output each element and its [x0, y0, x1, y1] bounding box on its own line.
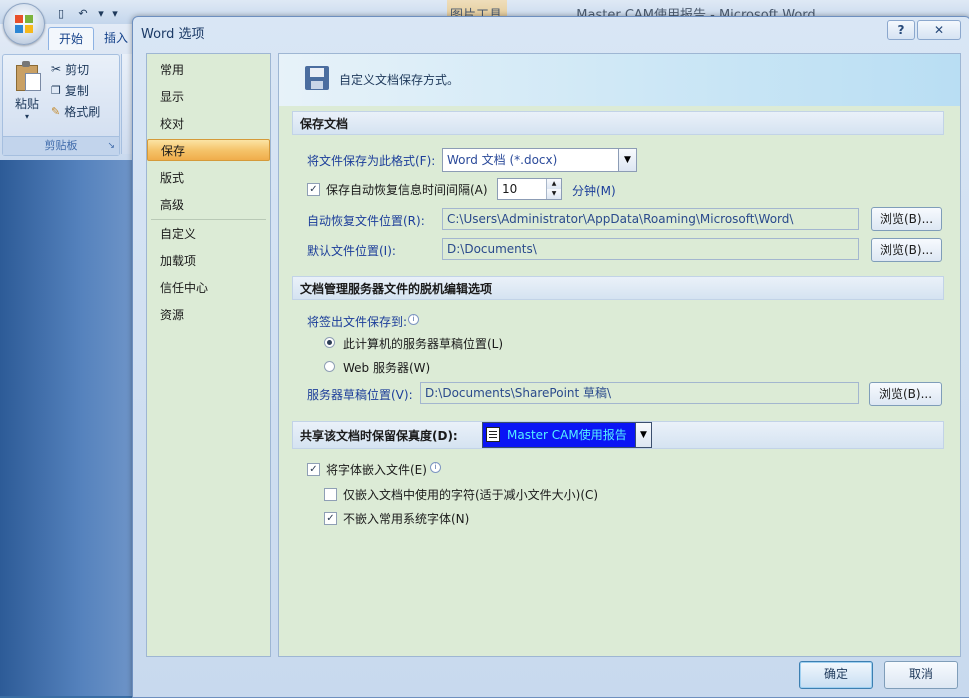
office-logo-icon: [15, 15, 33, 33]
office-button[interactable]: [3, 3, 45, 45]
autorecover-minutes-value: 10: [502, 182, 518, 196]
paste-dropdown-icon[interactable]: ▾: [9, 112, 45, 121]
chevron-down-icon[interactable]: ▼: [635, 422, 652, 448]
paste-icon: [14, 61, 41, 91]
word-document-icon: [486, 427, 500, 442]
panel-header: 自定义文档保存方式。: [279, 54, 960, 106]
save-documents-section-title: 保存文档: [292, 111, 944, 135]
no-common-fonts-checkbox[interactable]: ✓: [324, 512, 337, 525]
autorecover-location-field[interactable]: C:\Users\Administrator\AppData\Roaming\M…: [442, 208, 859, 230]
embed-fonts-checkbox[interactable]: ✓: [307, 463, 320, 476]
copy-label: 复制: [64, 83, 89, 98]
scissors-icon: ✂: [51, 62, 62, 76]
clipboard-group-text: 剪贴板: [44, 139, 78, 152]
copy-button[interactable]: ❐ 复制: [51, 80, 89, 100]
save-format-select[interactable]: Word 文档 (*.docx) ▼: [442, 148, 637, 172]
dialog-body: 常用 显示 校对 保存 版式 高级 自定义 加载项 信任中心 资源 自定义文档保…: [138, 51, 964, 661]
nav-item-popular[interactable]: 常用: [147, 59, 270, 81]
browse-autorecover-button[interactable]: 浏览(B)...: [871, 207, 942, 231]
tab-home[interactable]: 开始: [48, 27, 95, 50]
ribbon-tabs: 开始 插入: [48, 27, 138, 50]
chevron-down-icon[interactable]: ▼: [618, 149, 636, 171]
autorecover-minutes-spinner[interactable]: 10 ▲ ▼: [497, 178, 562, 200]
cut-label: 剪切: [65, 62, 90, 77]
embed-used-chars-label: 仅嵌入文档中使用的字符(适于减小文件大小)(C): [343, 488, 599, 502]
document-area: [0, 160, 135, 696]
fidelity-document-select[interactable]: Master CAM使用报告 ▼: [482, 422, 652, 448]
minutes-label: 分钟(M): [572, 184, 616, 198]
embed-used-chars-checkbox[interactable]: [324, 488, 337, 501]
undo-icon[interactable]: ↶: [74, 4, 92, 22]
fidelity-document-value: Master CAM使用报告: [507, 428, 627, 442]
nav-item-display[interactable]: 显示: [147, 86, 270, 108]
nav-item-save[interactable]: 保存: [147, 139, 270, 161]
web-server-radio[interactable]: [324, 361, 335, 372]
nav-item-layout[interactable]: 版式: [147, 167, 270, 189]
help-button[interactable]: ?: [887, 20, 915, 40]
default-location-field[interactable]: D:\Documents\: [442, 238, 859, 260]
word-options-dialog: Word 选项 ? ✕ 常用 显示 校对 保存 版式 高级 自定义 加载项 信任…: [132, 16, 969, 698]
autorecover-label: 保存自动恢复信息时间间隔(A): [326, 183, 488, 197]
save-format-value: Word 文档 (*.docx): [447, 153, 558, 167]
drafts-location-label: 服务器草稿位置(V):: [307, 388, 413, 402]
nav-item-advanced[interactable]: 高级: [147, 194, 270, 216]
format-painter-button[interactable]: ✎ 格式刷: [51, 101, 100, 121]
browse-drafts-button[interactable]: 浏览(B)...: [869, 382, 942, 406]
copy-icon: ❐: [51, 83, 61, 97]
new-document-icon[interactable]: ▯: [52, 4, 70, 22]
ok-button[interactable]: 确定: [799, 661, 873, 689]
panel-header-text: 自定义文档保存方式。: [339, 73, 460, 87]
dialog-title: Word 选项: [141, 27, 205, 42]
brush-icon: ✎: [51, 104, 61, 118]
cut-button[interactable]: ✂ 剪切: [51, 59, 89, 79]
dialog-launcher-icon[interactable]: ↘: [107, 137, 115, 155]
save-format-label: 将文件保存为此格式(F):: [307, 154, 436, 168]
nav-divider: [151, 219, 266, 220]
floppy-disk-icon: [305, 66, 329, 90]
no-common-fonts-label: 不嵌入常用系统字体(N): [343, 512, 470, 526]
default-location-label: 默认文件位置(I):: [307, 244, 396, 258]
nav-item-trust-center[interactable]: 信任中心: [147, 277, 270, 299]
options-nav: 常用 显示 校对 保存 版式 高级 自定义 加载项 信任中心 资源: [146, 53, 271, 657]
clipboard-group: 粘贴 ▾ ✂ 剪切 ❐ 复制 ✎ 格式刷 剪贴板 ↘: [2, 54, 120, 156]
nav-item-addins[interactable]: 加载项: [147, 250, 270, 272]
save-options-panel: 自定义文档保存方式。 保存文档 将文件保存为此格式(F): Word 文档 (*…: [278, 53, 961, 657]
autorecover-location-label: 自动恢复文件位置(R):: [307, 214, 425, 228]
customize-qat-icon[interactable]: ▾: [110, 4, 120, 22]
close-button[interactable]: ✕: [917, 20, 961, 40]
local-drafts-label: 此计算机的服务器草稿位置(L): [343, 337, 504, 351]
info-icon: i: [430, 462, 441, 473]
browse-default-button[interactable]: 浏览(B)...: [871, 238, 942, 262]
format-painter-label: 格式刷: [64, 104, 101, 119]
undo-dropdown-icon[interactable]: ▾: [96, 4, 106, 22]
autorecover-checkbox[interactable]: ✓: [307, 183, 320, 196]
embed-fonts-label: 将字体嵌入文件(E): [326, 463, 427, 477]
local-drafts-radio[interactable]: [324, 337, 335, 348]
quick-access-toolbar: ▯ ↶ ▾ ▾: [52, 4, 120, 22]
paste-button[interactable]: 粘贴 ▾: [9, 61, 45, 131]
nav-item-resources[interactable]: 资源: [147, 304, 270, 326]
checkout-label: 将签出文件保存到:: [307, 315, 408, 329]
cancel-button[interactable]: 取消: [884, 661, 958, 689]
nav-item-proofing[interactable]: 校对: [147, 113, 270, 135]
paste-label: 粘贴: [14, 97, 39, 111]
clipboard-group-label: 剪贴板 ↘: [3, 136, 119, 155]
web-server-label: Web 服务器(W): [343, 361, 431, 375]
nav-item-customize[interactable]: 自定义: [147, 223, 270, 245]
offline-editing-section-title: 文档管理服务器文件的脱机编辑选项: [292, 276, 944, 300]
spin-down-icon[interactable]: ▼: [546, 189, 561, 199]
drafts-location-field[interactable]: D:\Documents\SharePoint 草稿\: [420, 382, 859, 404]
info-icon: i: [408, 314, 419, 325]
